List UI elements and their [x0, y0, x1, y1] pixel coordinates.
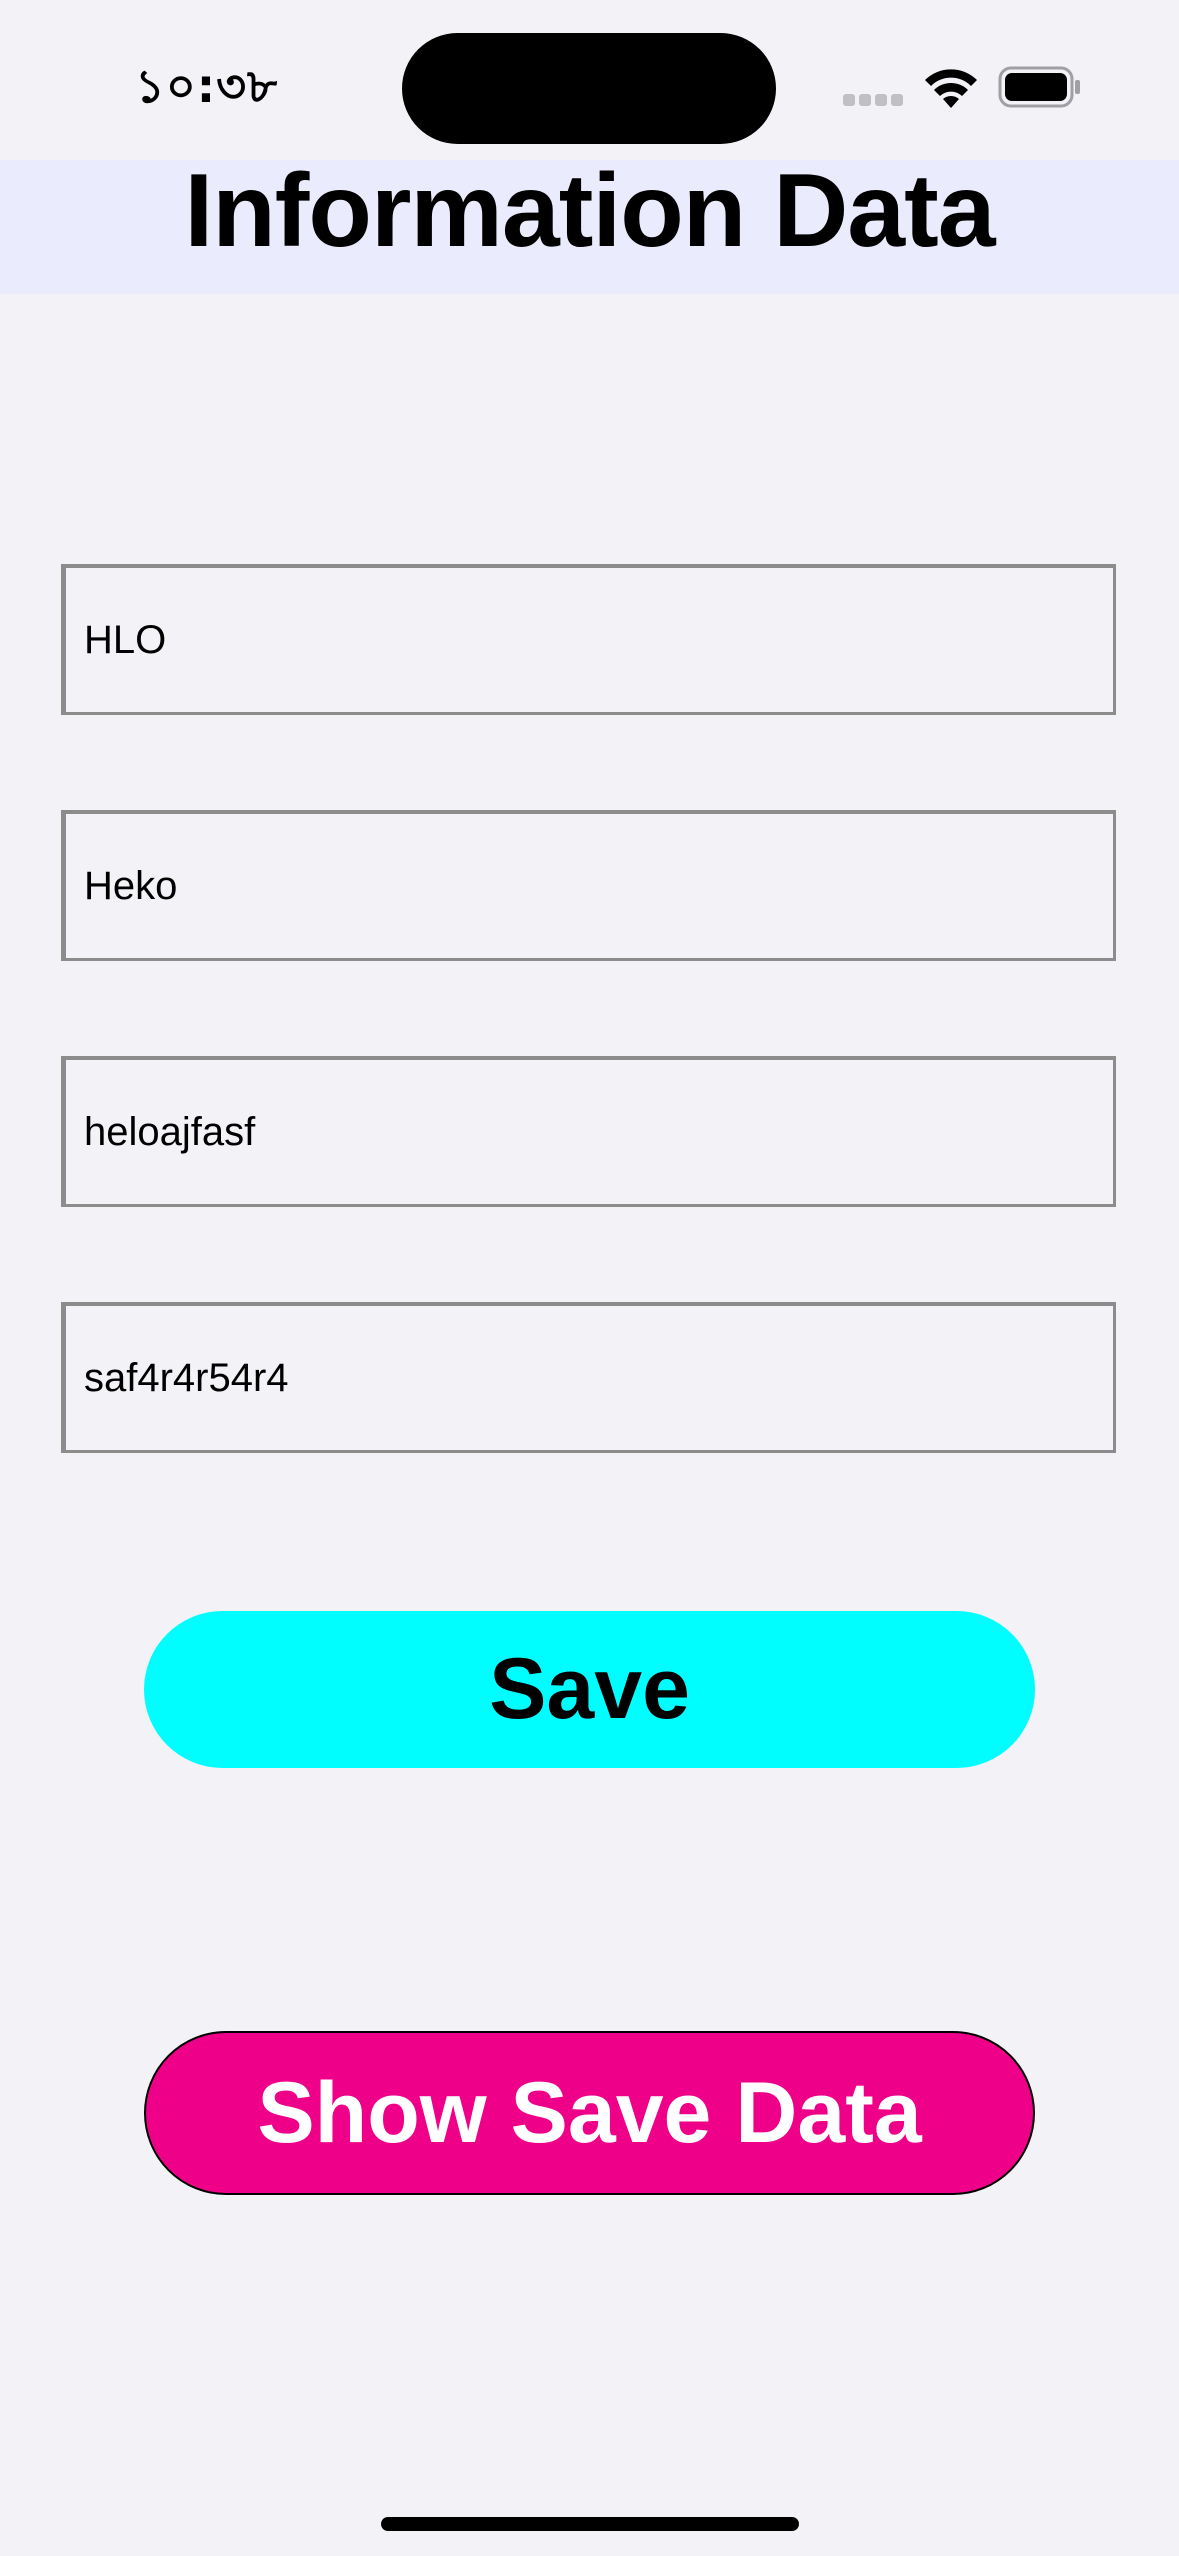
text-field-1[interactable]: HLO [61, 564, 1116, 715]
battery-icon [998, 66, 1080, 108]
save-button[interactable]: Save [144, 1611, 1035, 1768]
show-save-data-button[interactable]: Show Save Data [144, 2031, 1035, 2195]
text-field-4[interactable]: saf4r4r54r4 [61, 1302, 1116, 1453]
dynamic-island [402, 33, 776, 144]
status-bar: ১০:৩৮ [0, 0, 1179, 160]
text-field-2[interactable]: Heko [61, 810, 1116, 961]
status-time: ১০:৩৮ [135, 59, 278, 113]
page-title: Information Data [184, 153, 995, 269]
home-indicator[interactable] [381, 2517, 799, 2531]
text-field-3[interactable]: heloajfasf [61, 1056, 1116, 1207]
wifi-icon [925, 69, 977, 108]
cellular-signal-icon [843, 94, 905, 108]
